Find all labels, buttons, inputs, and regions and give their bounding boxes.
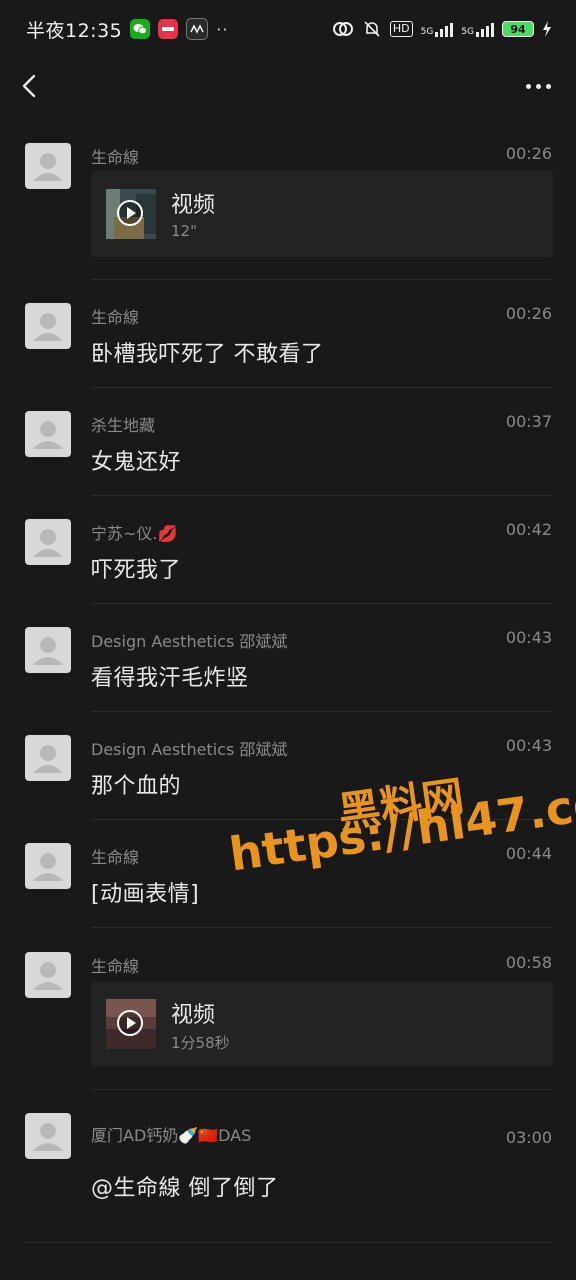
signal-icon	[435, 21, 454, 37]
sender-name: 宁苏~仪.💋	[91, 524, 178, 543]
video-duration: 1分58秒	[171, 1034, 230, 1052]
status-bar: 半夜12:35 ·· HD 5G 5G 94	[0, 0, 576, 58]
dot-icon	[535, 83, 541, 89]
battery-icon: 94	[502, 21, 534, 37]
divider	[91, 1089, 552, 1090]
hd-badge: HD	[389, 21, 413, 37]
xiaohongshu-icon	[158, 19, 179, 39]
sender-name: 生命線	[91, 148, 140, 167]
music-icon	[186, 18, 209, 40]
divider	[91, 711, 552, 712]
chat-history-page: 半夜12:35 ·· HD 5G 5G 94 生命線 00:26 视频 12" …	[0, 0, 576, 1280]
message-text: 女鬼还好	[91, 450, 182, 475]
link-icon	[332, 22, 353, 36]
network-label-2: 5G	[461, 27, 474, 37]
message-time: 00:26	[505, 144, 552, 163]
play-icon	[117, 200, 143, 226]
video-message-card[interactable]: 视频 12"	[91, 171, 553, 257]
message-text: 看得我汗毛炸竖	[91, 666, 249, 691]
message-text: [动画表情]	[91, 882, 200, 907]
message-time: 00:37	[505, 412, 552, 431]
divider	[24, 1242, 552, 1243]
sender-name: 生命線	[91, 957, 140, 976]
message-text: @生命線 倒了倒了	[91, 1176, 279, 1201]
watermark-site-name: 黑料网	[335, 771, 467, 838]
avatar[interactable]	[25, 143, 71, 189]
video-thumbnail	[106, 999, 156, 1049]
avatar[interactable]	[25, 303, 71, 349]
video-thumbnail	[106, 189, 156, 239]
dot-icon	[545, 83, 551, 89]
message-text: 卧槽我吓死了 不敢看了	[91, 342, 324, 367]
back-button[interactable]	[14, 66, 50, 106]
avatar[interactable]	[25, 952, 71, 998]
video-duration: 12"	[171, 222, 197, 240]
message-time: 00:43	[505, 628, 552, 647]
more-options-button[interactable]	[520, 72, 556, 100]
wechat-icon	[130, 19, 151, 39]
avatar[interactable]	[25, 519, 71, 565]
avatar[interactable]	[25, 843, 71, 889]
message-time: 03:00	[505, 1128, 552, 1147]
avatar[interactable]	[25, 735, 71, 781]
divider	[91, 387, 552, 388]
message-text: 那个血的	[91, 774, 182, 799]
sender-name: 杀生地藏	[91, 416, 156, 435]
video-title: 视频	[171, 1003, 216, 1028]
signal-icon-2	[476, 21, 494, 37]
divider	[91, 819, 552, 820]
sender-name: 生命線	[91, 308, 140, 327]
avatar[interactable]	[25, 411, 71, 457]
message-time: 00:44	[505, 844, 552, 863]
avatar[interactable]	[25, 627, 71, 673]
avatar[interactable]	[25, 1113, 71, 1159]
sender-name: 生命線	[91, 848, 140, 867]
more-notifications-icon: ··	[216, 19, 229, 39]
sender-name: Design Aesthetics 邵斌斌	[91, 632, 288, 651]
divider	[91, 279, 552, 280]
network-label: 5G	[420, 27, 434, 37]
divider	[91, 603, 552, 604]
video-title: 视频	[171, 193, 216, 218]
message-text: 吓死我了	[91, 558, 182, 583]
charging-icon	[543, 21, 551, 37]
video-message-card[interactable]: 视频 1分58秒	[91, 981, 553, 1067]
message-time: 00:43	[505, 736, 552, 755]
message-time: 00:26	[505, 304, 552, 323]
nav-bar	[0, 58, 576, 114]
status-time: 半夜12:35	[26, 19, 123, 42]
sender-name: 厦门AD钙奶🍼🇨🇳DAS	[91, 1126, 252, 1145]
dot-icon	[525, 83, 531, 89]
message-time: 00:42	[505, 520, 552, 539]
sender-name: Design Aesthetics 邵斌斌	[91, 740, 288, 759]
message-time: 00:58	[505, 953, 552, 972]
play-icon	[117, 1010, 143, 1036]
divider	[91, 495, 552, 496]
mute-icon	[364, 21, 380, 37]
chevron-left-icon	[22, 74, 36, 98]
divider	[91, 927, 552, 928]
watermark-url: https://hl47.co	[226, 775, 576, 882]
